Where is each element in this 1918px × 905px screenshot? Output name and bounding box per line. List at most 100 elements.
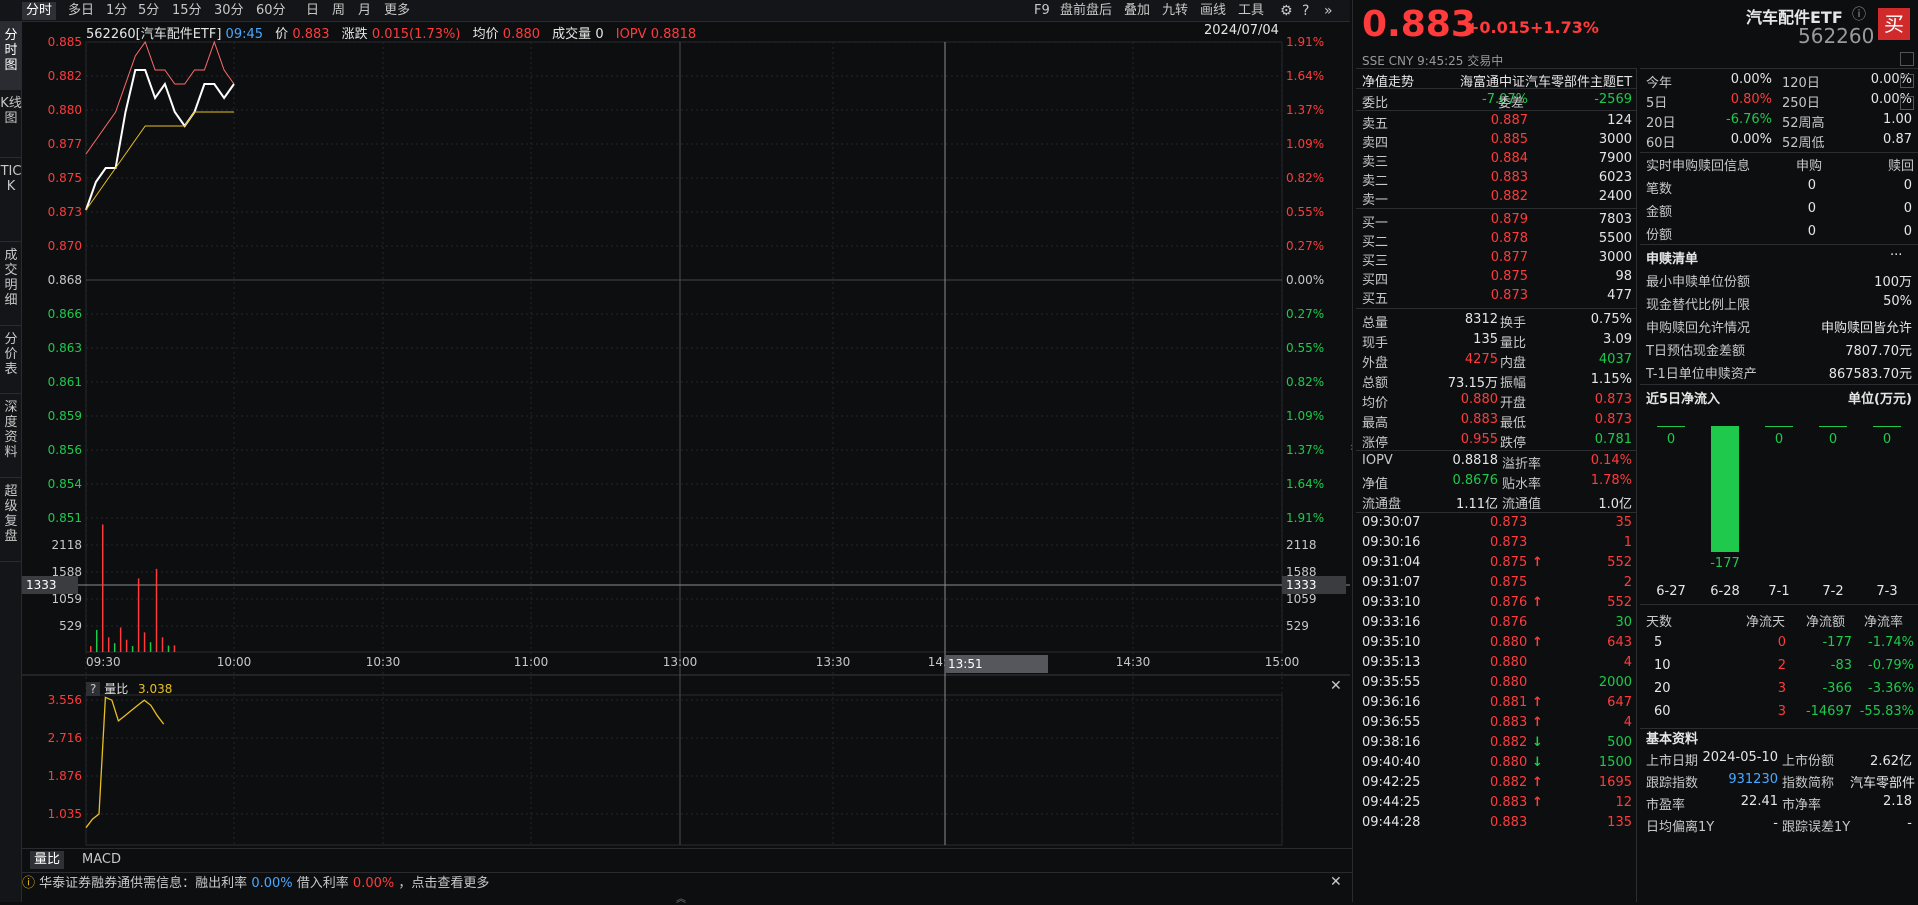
creation-row-label: T日预估现金差额 (1646, 344, 1745, 359)
buy-button[interactable]: 买 (1878, 8, 1910, 40)
arrow-down-icon: ↓ (1532, 755, 1543, 770)
netflow-bar (1711, 426, 1739, 552)
sub-panel-header: ? 量比 3.038 (86, 680, 172, 697)
currency: CNY (1388, 54, 1414, 68)
quote-time: 9:45:25 (1417, 54, 1464, 68)
creation-row-value: 867583.70元 (1828, 367, 1912, 382)
stat-value: 0.880 (1460, 392, 1498, 407)
sub-indicator-label: 量比 (104, 682, 129, 696)
pct-tick-label: 0.27% (1286, 307, 1324, 321)
stat-value: 3.09 (1603, 332, 1632, 347)
more-icon[interactable]: ··· (1890, 248, 1902, 263)
ask-price[interactable]: 0.883 (1470, 170, 1528, 185)
stat-label: 跌停 (1500, 436, 1527, 451)
flow-net-days: 3 (1777, 704, 1786, 719)
perf-label: 52周低 (1782, 136, 1825, 151)
pct-tick-label: 1.09% (1286, 409, 1324, 423)
stat-value: 0.75% (1590, 312, 1632, 327)
tick-time: 09:30:16 (1362, 535, 1421, 550)
basic-value: 2024-05-10 (1702, 750, 1778, 765)
time-tick-label: 13:00 (663, 655, 698, 669)
perf-value: 0.00% (1730, 132, 1772, 147)
stat-value: 0.873 (1594, 412, 1632, 427)
tab-macd[interactable]: MACD (78, 851, 125, 869)
tick-volume: 30 (1615, 615, 1632, 630)
close-icon[interactable]: ✕ (1330, 678, 1342, 694)
stat-label: 换手 (1500, 316, 1527, 331)
bid-level-label: 买三 (1362, 254, 1389, 269)
tick-time: 09:36:16 (1362, 695, 1421, 710)
avg-label: 均价 (472, 27, 499, 42)
tick-price: 0.875 (1490, 555, 1528, 570)
perf-label: 5日 (1646, 96, 1668, 111)
flow-header: 净流天 (1746, 615, 1786, 630)
redemption-row-label: 笔数 (1646, 182, 1673, 197)
list-icon[interactable] (1900, 52, 1914, 66)
iopv-stat-label: 流通值 (1502, 497, 1542, 512)
volume-bar (155, 568, 158, 652)
notice-text-2: 借入利率 (296, 876, 349, 891)
volume-bar (90, 646, 92, 652)
menu-icon[interactable] (1900, 96, 1914, 110)
iopv-label: IOPV (615, 27, 647, 42)
flow-rate: -0.79% (1868, 658, 1914, 673)
vol-tick-label: 1059 (51, 592, 82, 606)
bid-price[interactable]: 0.878 (1470, 231, 1528, 246)
stat-label: 涨停 (1362, 436, 1389, 451)
volume-bar (131, 646, 134, 652)
margin-notice-bar[interactable]: ⓘ 华泰证券融券通供需信息：融出利率 0.00% 借入利率 0.00% ，点击查… (22, 872, 1352, 894)
last-price: 0.883 (1362, 4, 1476, 45)
ask-price[interactable]: 0.884 (1470, 151, 1528, 166)
pct-tick-label: 0.82% (1286, 171, 1324, 185)
time-tick-label: 10:30 (366, 655, 401, 669)
tick-price: 0.882 (1490, 775, 1528, 790)
iopv-stat-label: 溢折率 (1502, 457, 1542, 472)
price-tick-label: 0.870 (48, 239, 82, 253)
tick-price: 0.880 (1490, 755, 1528, 770)
chart-info-bar: 562260[汽车配件ETF] 09:45 价 0.883 涨跌 0.015(1… (86, 23, 696, 42)
separator (1640, 384, 1918, 385)
arrow-up-icon: ↑ (1532, 715, 1543, 730)
chevron-up-icon[interactable]: ︽ (676, 890, 686, 905)
exchange: SSE (1362, 54, 1385, 68)
close-notice-icon[interactable]: ✕ (1330, 874, 1342, 890)
info-iopv: 0.8818 (650, 27, 697, 42)
info-icon[interactable] (1900, 74, 1914, 88)
price-tick-label: 0.851 (48, 511, 82, 525)
bid-price[interactable]: 0.873 (1470, 288, 1528, 303)
tick-volume: 552 (1607, 555, 1632, 570)
tick-price: 0.875 (1490, 575, 1528, 590)
vol-label: 成交量 (552, 27, 592, 42)
volume-bar (143, 632, 146, 652)
info-icon[interactable]: ⓘ (1852, 4, 1866, 24)
tick-time: 09:35:55 (1362, 675, 1421, 690)
flow-net-days: 0 (1777, 635, 1786, 650)
time-tick-label: 13:30 (816, 655, 851, 669)
tab-volume-ratio[interactable]: 量比 (30, 851, 65, 869)
ask-price[interactable]: 0.885 (1470, 132, 1528, 147)
flow-header: 净流额 (1806, 615, 1846, 630)
tick-price: 0.883 (1490, 715, 1528, 730)
ask-price[interactable]: 0.882 (1470, 189, 1528, 204)
cursor-vol-label: 1333 (26, 578, 57, 592)
volume-bar (173, 645, 176, 652)
netflow-value: 0 (1774, 432, 1784, 447)
stat-value: 4275 (1464, 352, 1498, 367)
tick-time: 09:44:25 (1362, 795, 1421, 810)
bid-price[interactable]: 0.875 (1470, 269, 1528, 284)
creation-row-value: 50% (1883, 294, 1912, 309)
bid-volume: 477 (1607, 288, 1632, 303)
stat-label: 外盘 (1362, 356, 1389, 371)
stat-label: 最高 (1362, 416, 1389, 431)
tick-volume: 2000 (1598, 675, 1632, 690)
basic-label: 市净率 (1782, 798, 1822, 813)
flow-rate: -1.74% (1868, 635, 1914, 650)
help-icon[interactable]: ? (86, 682, 101, 696)
intraday-chart[interactable]: 0.885 1.91% 0.882 1.64% 0.880 1.37% 0.877 1.09%… (0, 0, 1352, 902)
ask-price[interactable]: 0.887 (1470, 113, 1528, 128)
separator (1356, 110, 1636, 111)
bid-price[interactable]: 0.877 (1470, 250, 1528, 265)
basic-label: 上市份额 (1782, 754, 1835, 769)
bid-price[interactable]: 0.879 (1470, 212, 1528, 227)
stat-value: 0.873 (1594, 392, 1632, 407)
